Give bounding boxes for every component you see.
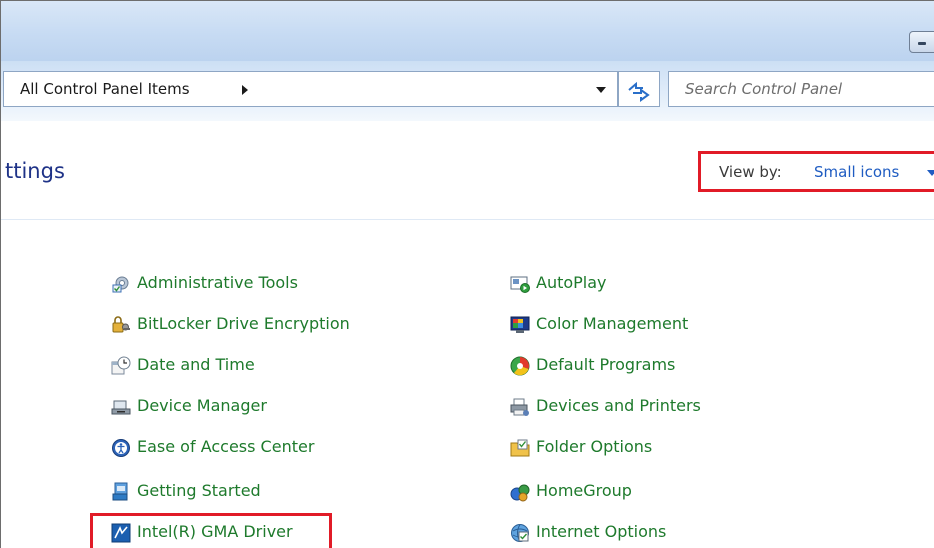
item-label: Date and Time xyxy=(137,355,255,374)
date-time-icon xyxy=(111,356,131,375)
intel-gma-highlight xyxy=(90,513,332,548)
view-by-control[interactable]: View by: Small icons xyxy=(698,151,934,192)
color-management-icon xyxy=(510,316,530,333)
search-input[interactable] xyxy=(669,72,934,106)
minimize-icon xyxy=(918,42,926,45)
item-label: Device Manager xyxy=(137,396,267,415)
item-label: Administrative Tools xyxy=(137,273,298,292)
ease-of-access-icon xyxy=(112,439,130,457)
item-label: HomeGroup xyxy=(536,481,632,500)
getting-started-icon xyxy=(112,482,128,501)
devices-printers-icon xyxy=(510,398,529,416)
address-dropdown-icon[interactable] xyxy=(596,87,606,93)
minimize-button[interactable] xyxy=(909,31,934,53)
breadcrumb-all-control-panel-items[interactable]: All Control Panel Items xyxy=(20,80,190,98)
view-by-label: View by: xyxy=(719,163,782,181)
refresh-icon xyxy=(628,81,650,102)
breadcrumb-arrow-icon[interactable] xyxy=(242,85,248,95)
folder-options-icon xyxy=(510,439,530,457)
autoplay-icon xyxy=(510,276,530,293)
address-bar[interactable]: All Control Panel Items xyxy=(3,71,618,107)
search-box[interactable] xyxy=(668,71,934,107)
view-by-dropdown[interactable]: Small icons xyxy=(814,163,899,181)
page-heading: ttings xyxy=(5,159,65,183)
item-label: Getting Started xyxy=(137,481,261,500)
item-label: Devices and Printers xyxy=(536,396,701,415)
item-label: Default Programs xyxy=(536,355,676,374)
administrative-tools-icon xyxy=(112,276,129,293)
view-by-chevron-down-icon[interactable] xyxy=(927,170,934,176)
item-label: AutoPlay xyxy=(536,273,607,292)
item-label: Folder Options xyxy=(536,437,653,456)
item-label: Ease of Access Center xyxy=(137,437,315,456)
internet-options-icon xyxy=(511,524,529,542)
device-manager-icon xyxy=(111,400,131,415)
control-panel-window: All Control Panel Items ttings View by: … xyxy=(0,0,934,548)
bitlocker-icon xyxy=(112,316,130,333)
refresh-button[interactable] xyxy=(618,71,660,107)
header-divider xyxy=(1,219,934,220)
item-label: Color Management xyxy=(536,314,689,333)
item-label: BitLocker Drive Encryption xyxy=(137,314,350,333)
default-programs-icon xyxy=(510,356,530,376)
homegroup-icon xyxy=(510,484,530,502)
item-label: Internet Options xyxy=(536,522,667,541)
title-bar xyxy=(1,1,934,61)
